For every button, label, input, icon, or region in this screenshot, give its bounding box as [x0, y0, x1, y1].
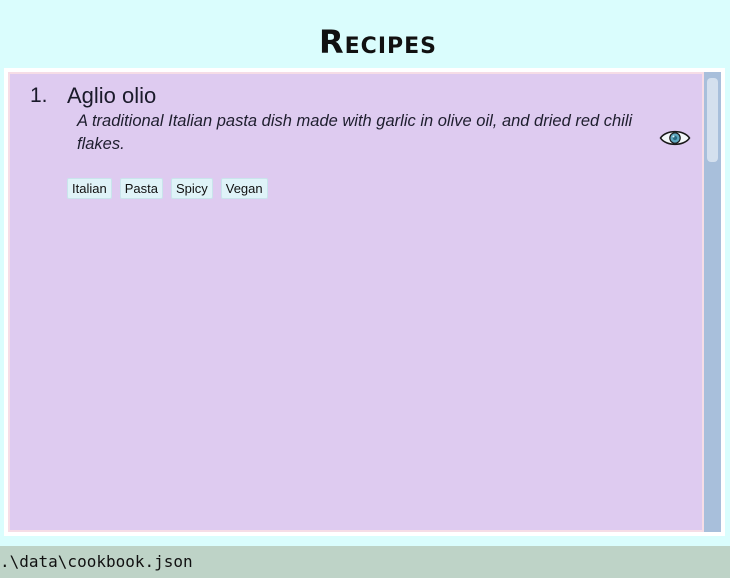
- recipe-tags: Italian Pasta Spicy Vegan: [67, 178, 268, 199]
- tag-chip: Pasta: [119, 178, 163, 199]
- tag-chip: Spicy: [170, 178, 213, 199]
- tag-chip: Vegan: [220, 178, 268, 199]
- recipe-list[interactable]: 1. Aglio olio A traditional Italian past…: [8, 72, 704, 532]
- list-scrollbar[interactable]: [704, 72, 721, 532]
- scrollbar-thumb[interactable]: [707, 78, 718, 162]
- app-title: Recipes: [319, 23, 437, 61]
- status-bar: .\data\cookbook.json: [0, 546, 730, 578]
- tag-chip: Italian: [67, 178, 112, 199]
- file-path-label: .\data\cookbook.json: [0, 552, 193, 571]
- view-recipe-button[interactable]: [658, 126, 692, 150]
- recipe-name: Aglio olio: [67, 83, 157, 108]
- recipe-description: A traditional Italian pasta dish made wi…: [77, 112, 633, 153]
- recipe-index: 1.: [30, 84, 48, 107]
- eye-icon: [659, 130, 691, 146]
